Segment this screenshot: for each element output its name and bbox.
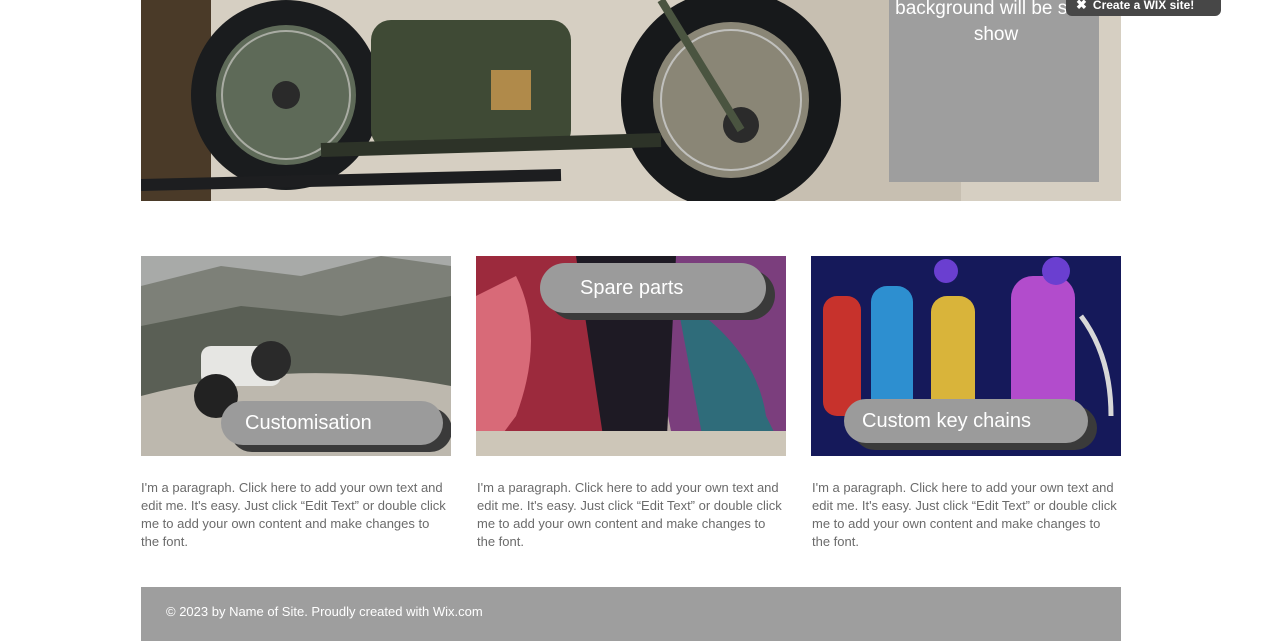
paragraph-customisation: I'm a paragraph. Click here to add your …	[141, 480, 446, 549]
footer: © 2023 by Name of Site. Proudly created …	[141, 587, 1121, 641]
tile-customisation: Customisation	[141, 256, 451, 456]
custom-key-chains-button-label: Custom key chains	[862, 409, 1031, 432]
tile-spare-parts: Spare parts	[476, 256, 786, 456]
customisation-button-label: Customisation	[245, 411, 372, 434]
hero-slideshow: background will be slide show	[141, 0, 1121, 201]
spare-parts-button[interactable]: Spare parts	[540, 263, 766, 313]
custom-key-chains-button[interactable]: Custom key chains	[844, 399, 1088, 443]
create-wix-site-badge[interactable]: ✖ Create a WIX site!	[1066, 0, 1221, 16]
paragraph-custom-key-chains: I'm a paragraph. Click here to add your …	[812, 480, 1117, 549]
tile-custom-key-chains: Custom key chains	[811, 256, 1121, 456]
customisation-button[interactable]: Customisation	[221, 401, 443, 445]
paragraph-spare-parts: I'm a paragraph. Click here to add your …	[477, 480, 782, 549]
wix-x-icon: ✖	[1076, 0, 1087, 12]
create-wix-site-label: Create a WIX site!	[1092, 0, 1195, 12]
spare-parts-button-label: Spare parts	[580, 276, 684, 299]
footer-copyright[interactable]: © 2023 by Name of Site. Proudly created …	[166, 604, 483, 619]
